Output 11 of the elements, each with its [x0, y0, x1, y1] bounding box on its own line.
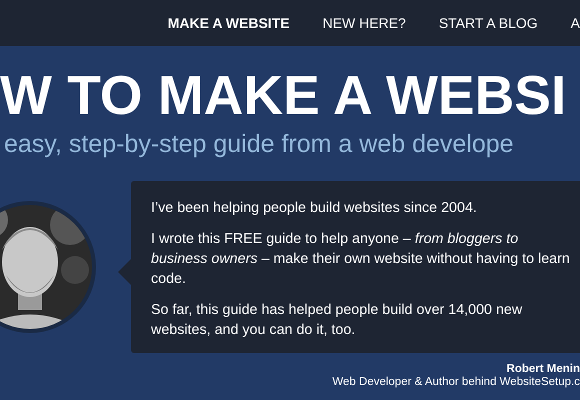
page-subtitle: easy, step-by-step guide from a web develope [4, 130, 514, 158]
author-role: Web Developer & Author behind WebsiteSetup.c [332, 376, 580, 389]
nav-link[interactable]: START A BLOG [438, 15, 538, 31]
intro-paragraph: I wrote this FREE guide to help anyone – from bloggers to business owners – make their own website without having to learn code. [151, 230, 571, 289]
nav-link[interactable]: A [570, 15, 580, 31]
nav-link[interactable]: MAKE A WEBSITE [168, 15, 290, 31]
nav-link[interactable]: NEW HERE? [322, 15, 406, 31]
author-name: Robert Menin [506, 363, 580, 376]
intro-paragraph: I’ve been helping people build websites since 2004. [151, 199, 478, 218]
page-title: W TO MAKE A WEBSI [0, 63, 566, 128]
intro-paragraph: So far, this guide has helped people build over 14,000 new websites, and you can do it, too. [151, 301, 524, 340]
